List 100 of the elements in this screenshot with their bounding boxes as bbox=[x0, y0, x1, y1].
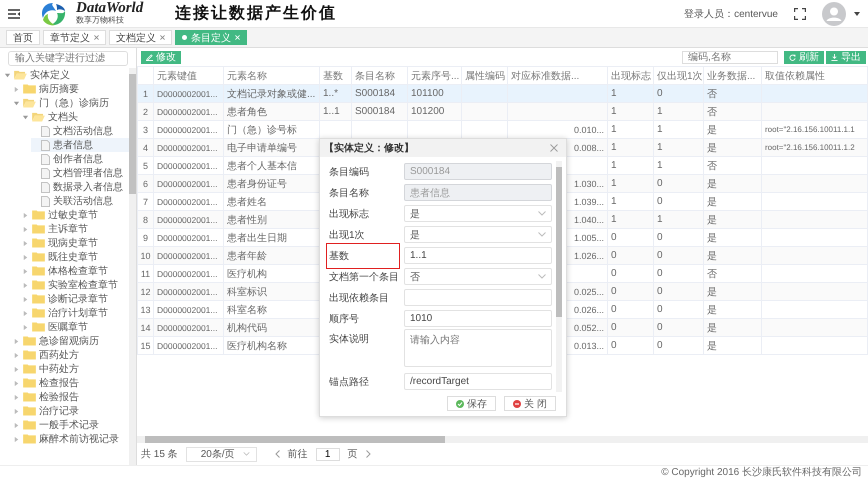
fullscreen-icon[interactable] bbox=[794, 8, 806, 20]
column-header: 元素名称 bbox=[224, 66, 320, 84]
column-header: 对应标准数据... bbox=[508, 66, 608, 84]
tree-item[interactable]: 文档管理者信息 bbox=[31, 166, 129, 180]
close-icon[interactable] bbox=[94, 35, 99, 40]
tree-item[interactable]: 创作者信息 bbox=[31, 152, 129, 166]
logo-text: DataWorld bbox=[76, 1, 144, 16]
table-cell: 是 bbox=[704, 210, 762, 228]
search-field[interactable]: 编码,名称 bbox=[682, 50, 778, 64]
column-header bbox=[138, 66, 154, 84]
folder-icon bbox=[23, 336, 36, 346]
table-cell: D0000002001... bbox=[154, 138, 224, 156]
select-value: 是 bbox=[410, 208, 420, 220]
next-page-icon[interactable] bbox=[366, 450, 371, 458]
chevron-down-icon bbox=[538, 274, 546, 279]
table-cell: S000184 bbox=[352, 102, 408, 120]
table-cell: D0000002001... bbox=[154, 282, 224, 300]
tree-item[interactable]: 检验报告 bbox=[13, 390, 129, 404]
slogan: 连接让数据产生价值 bbox=[175, 3, 338, 24]
description-field[interactable]: 请输入内容 bbox=[404, 329, 552, 367]
table-cell: 否 bbox=[704, 84, 762, 102]
scrollbar[interactable] bbox=[137, 436, 868, 443]
close-button[interactable]: 关 闭 bbox=[504, 396, 556, 411]
table-cell: D0000002001... bbox=[154, 174, 224, 192]
tree-item[interactable]: 实验室检查章节 bbox=[22, 278, 129, 292]
column-header: 取值依赖属性 bbox=[762, 66, 868, 84]
folder-icon bbox=[23, 84, 36, 94]
text-field[interactable]: /recordTarget bbox=[404, 373, 552, 390]
document-icon bbox=[41, 140, 50, 150]
table-cell: 10 bbox=[138, 246, 154, 264]
table-cell: 是 bbox=[704, 246, 762, 264]
document-icon bbox=[41, 126, 50, 136]
save-button[interactable]: 保存 bbox=[447, 396, 496, 411]
table-cell: D0000002001... bbox=[154, 84, 224, 102]
folder-icon bbox=[32, 322, 45, 332]
tab[interactable]: 首页 bbox=[6, 30, 40, 45]
text-field[interactable]: 1010 bbox=[404, 310, 552, 327]
select-field[interactable]: 是 bbox=[404, 205, 552, 222]
tree-item[interactable]: 医嘱章节 bbox=[22, 320, 129, 334]
filter-field[interactable]: 输入关键字进行过滤 bbox=[8, 51, 128, 66]
previous-page-icon[interactable] bbox=[274, 450, 280, 458]
tree-item[interactable]: 患者信息 bbox=[31, 138, 129, 152]
tree-item[interactable]: 诊断记录章节 bbox=[22, 292, 129, 306]
close-icon[interactable] bbox=[160, 35, 165, 40]
folder-icon bbox=[32, 280, 45, 290]
tree-item[interactable]: 过敏史章节 bbox=[22, 208, 129, 222]
table-cell: 4 bbox=[138, 138, 154, 156]
select-field[interactable]: 否 bbox=[404, 268, 552, 285]
menu-icon[interactable] bbox=[8, 8, 20, 18]
close-icon[interactable] bbox=[550, 144, 558, 152]
copyright-text: © Copyright 2016 长沙康氏软件科技有限公司 bbox=[661, 466, 862, 478]
tree-item[interactable]: 体格检查章节 bbox=[22, 264, 129, 278]
table-cell: 1..1 bbox=[320, 102, 352, 120]
select-field[interactable]: 是 bbox=[404, 226, 552, 243]
page-size-select[interactable]: 20条/页 bbox=[186, 446, 257, 462]
scrollbar[interactable] bbox=[556, 161, 562, 392]
tree-item[interactable]: 中药处方 bbox=[13, 362, 129, 376]
tree-item[interactable]: 主诉章节 bbox=[22, 222, 129, 236]
table-cell: 是 bbox=[704, 282, 762, 300]
tree-item[interactable]: 病历摘要 bbox=[13, 82, 129, 96]
tree-item[interactable]: 文档活动信息 bbox=[31, 124, 129, 138]
caret-icon[interactable] bbox=[854, 12, 860, 16]
tab[interactable]: 文档定义 bbox=[109, 30, 172, 45]
tree-item[interactable]: 治疗计划章节 bbox=[22, 306, 129, 320]
tree-item[interactable]: 麻醉术前访视记录 bbox=[13, 432, 129, 446]
select-value: 是 bbox=[410, 228, 420, 242]
tree-item[interactable]: 急诊留观病历 bbox=[13, 334, 129, 348]
tree-item[interactable]: 关联活动信息 bbox=[31, 194, 129, 208]
tree-item[interactable]: 数据录入者信息 bbox=[31, 180, 129, 194]
tree-item[interactable]: 一般手术记录 bbox=[13, 418, 129, 432]
tree-item[interactable]: 现病史章节 bbox=[22, 236, 129, 250]
tree-item[interactable]: 既往史章节 bbox=[22, 250, 129, 264]
field-label: 实体说明 bbox=[328, 332, 370, 347]
tree-item[interactable]: 门（急）诊病历 bbox=[13, 96, 129, 110]
minus-circle-icon bbox=[513, 400, 522, 408]
folder-icon bbox=[32, 266, 45, 276]
field-label: 文档第一个条目 bbox=[328, 270, 400, 284]
text-field[interactable] bbox=[404, 289, 552, 306]
tab[interactable]: 章节定义 bbox=[43, 30, 106, 45]
text-field[interactable]: 1..1 bbox=[404, 247, 552, 264]
table-cell: 1 bbox=[654, 138, 704, 156]
table-cell: 14 bbox=[138, 318, 154, 336]
field-label: 出现1次 bbox=[328, 228, 366, 242]
table-cell: 0 bbox=[654, 282, 704, 300]
table-cell: 是 bbox=[704, 336, 762, 354]
tree-item[interactable]: 实体定义 bbox=[4, 68, 129, 82]
page-field[interactable]: 1 bbox=[316, 448, 340, 460]
tree-item[interactable]: 西药处方 bbox=[13, 348, 129, 362]
scrollbar[interactable] bbox=[129, 68, 136, 465]
tree-item[interactable]: 文档头 bbox=[22, 110, 129, 124]
table-cell: D0000002001... bbox=[154, 336, 224, 354]
folder-icon bbox=[23, 392, 36, 402]
avatar-icon[interactable] bbox=[822, 2, 846, 26]
dialog-title: 【实体定义：修改】 bbox=[324, 141, 414, 155]
table-cell: 101100 bbox=[408, 84, 462, 102]
chevron-down-icon bbox=[242, 452, 250, 456]
field-label: 条目名称 bbox=[328, 186, 370, 200]
table-cell: 是 bbox=[704, 318, 762, 336]
tree-item[interactable]: 治疗记录 bbox=[13, 404, 129, 418]
tree-item[interactable]: 检查报告 bbox=[13, 376, 129, 390]
